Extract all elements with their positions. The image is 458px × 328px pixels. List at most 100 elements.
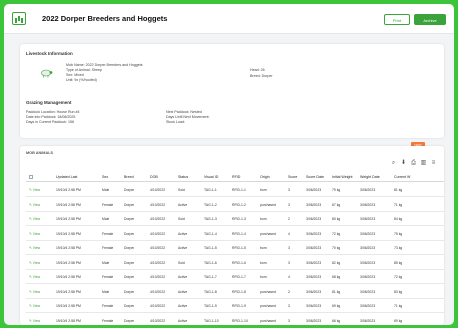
cell-cur-w: 84 kg: [394, 217, 403, 221]
column-header[interactable]: RFID: [232, 175, 240, 179]
livestock-info-card: Livestock Information Mob Name: 2022 Dor…: [20, 44, 444, 138]
cell-status: Active: [178, 304, 188, 308]
cell-breed: Dorper: [124, 318, 135, 323]
cell-init-w: 80 kg: [332, 217, 341, 221]
table-row[interactable]: ✎ View 19/10/4 2:58 PM Female Dorper 4/10/20…: [26, 270, 444, 284]
cell-dob: 4/10/2022: [150, 231, 166, 236]
column-header[interactable]: Sex: [102, 175, 108, 179]
animal-type: Type of Animal: Sheep: [66, 68, 102, 72]
cell-updated: 19/10/4 2:58 PM: [56, 231, 81, 236]
table-row[interactable]: ✎ View 19/10/4 2:58 PM Female Dorper 4/10/20…: [26, 314, 444, 326]
column-header[interactable]: Current W: [394, 175, 410, 179]
cell-dob: 4/10/2022: [150, 289, 166, 294]
table-row[interactable]: ✎ View 19/10/4 2:58 PM Male Dorper 4/10/2022…: [26, 183, 444, 197]
column-header[interactable]: DOB: [150, 175, 158, 179]
cell-cur-w: 75 kg: [394, 231, 403, 236]
view-link[interactable]: ✎ View: [29, 188, 40, 192]
table-row[interactable]: ✎ View 19/10/4 2:58 PM Male Dorper 4/10/2022…: [26, 285, 444, 299]
date-into-paddock: Date into Paddock: 18/08/2025: [26, 115, 76, 119]
cell-breed: Dorper: [124, 304, 135, 308]
table-row[interactable]: ✎ View 19/10/4 2:58 PM Female Dorper 4/10/20…: [26, 299, 444, 313]
cell-weight-date: 3/06/2023: [360, 289, 376, 294]
cell-status: Active: [178, 289, 188, 294]
filter-icon[interactable]: ≡: [430, 160, 437, 167]
cell-updated: 19/10/4 2:58 PM: [56, 217, 81, 221]
search-icon[interactable]: ⌕: [390, 160, 397, 167]
cell-sex: Male: [102, 217, 110, 221]
cell-weight-date: 3/06/2023: [360, 202, 376, 207]
cell-origin: born: [260, 275, 267, 279]
cell-weight-date: 3/06/2023: [360, 231, 376, 236]
cell-score-date: 3/06/2023: [306, 231, 322, 236]
animal-units: Unit: 9x (%/hoofed): [66, 78, 97, 82]
cell-weight-date: 3/06/2023: [360, 304, 376, 308]
view-link[interactable]: ✎ View: [29, 261, 40, 265]
table-row[interactable]: ✎ View 19/10/4 2:58 PM Female Dorper 4/10/20…: [26, 241, 444, 255]
cell-weight-date: 3/06/2023: [360, 217, 376, 221]
table-row[interactable]: ✎ View 19/10/4 2:58 PM Female Dorper 4/10/20…: [26, 198, 444, 212]
column-header[interactable]: Origin: [260, 175, 270, 179]
cell-sex: Female: [102, 318, 114, 323]
print-button[interactable]: Print: [384, 14, 410, 25]
cell-rfid: RFID-1-2: [232, 202, 246, 207]
cell-visual: TAG-1-4: [204, 231, 217, 236]
table-row[interactable]: ✎ View 19/10/4 2:58 PM Male Dorper 4/10/2022…: [26, 256, 444, 270]
cell-init-w: 67 kg: [332, 202, 341, 207]
cell-score: 3: [288, 202, 290, 207]
table-row[interactable]: ✎ View 19/10/4 2:58 PM Female Dorper 4/10/20…: [26, 227, 444, 241]
view-link[interactable]: ✎ View: [29, 246, 40, 250]
cell-cur-w: 83 kg: [394, 289, 403, 294]
column-header[interactable]: Updated Last: [56, 175, 77, 179]
view-link[interactable]: ✎ View: [29, 203, 40, 207]
cell-score-date: 3/06/2023: [306, 289, 322, 294]
cell-updated: 19/10/4 2:58 PM: [56, 289, 81, 294]
cell-updated: 19/10/4 2:58 PM: [56, 304, 81, 308]
cell-weight-date: 3/06/2023: [360, 318, 376, 323]
cell-status: Active: [178, 231, 188, 236]
column-header[interactable]: Score Date: [306, 175, 324, 179]
print-icon[interactable]: ⎙: [410, 160, 417, 167]
cell-score: 2: [288, 289, 290, 294]
livestock-info-title: Livestock Information: [26, 51, 73, 56]
cell-init-w: 70 kg: [332, 246, 341, 250]
select-all-checkbox[interactable]: [29, 175, 33, 179]
cell-init-w: 79 kg: [332, 188, 341, 192]
view-link[interactable]: ✎ View: [29, 217, 40, 221]
cell-weight-date: 3/06/2023: [360, 188, 376, 192]
column-header[interactable]: Breed: [124, 175, 134, 179]
cell-updated: 19/10/4 2:58 PM: [56, 202, 81, 207]
column-header[interactable]: Initial Weight: [332, 175, 353, 179]
view-link[interactable]: ✎ View: [29, 232, 40, 236]
columns-icon[interactable]: ▥: [420, 160, 427, 167]
top-bar: 2022 Dorper Breeders and Hoggets Print A…: [4, 4, 454, 34]
column-header[interactable]: Weight Date: [360, 175, 380, 179]
cell-breed: Dorper: [124, 260, 135, 265]
view-link[interactable]: ✎ View: [29, 319, 40, 323]
cell-weight-date: 3/06/2023: [360, 260, 376, 265]
column-header[interactable]: Status: [178, 175, 188, 179]
cell-updated: 19/10/4 2:58 PM: [56, 246, 81, 250]
farm-logo-icon[interactable]: [12, 12, 26, 25]
cell-rfid: RFID-1-9: [232, 304, 246, 308]
archive-button[interactable]: Archive: [414, 14, 446, 25]
head-count: Head: 26: [250, 68, 265, 72]
paddock-location: Paddock Location: House Run #4: [26, 110, 80, 114]
cell-score: 4: [288, 275, 290, 279]
cell-cur-w: 72 kg: [394, 275, 403, 279]
mob-name: Mob Name: 2022 Dorper Breeders and Hogge…: [66, 63, 143, 67]
cell-score-date: 3/06/2023: [306, 304, 322, 308]
view-link[interactable]: ✎ View: [29, 290, 40, 294]
download-icon[interactable]: ⬇: [400, 160, 407, 167]
view-link[interactable]: ✎ View: [29, 275, 40, 279]
cell-sex: Female: [102, 231, 114, 236]
app-window: 2022 Dorper Breeders and Hoggets Print A…: [4, 4, 454, 325]
column-header[interactable]: Score: [288, 175, 297, 179]
view-link[interactable]: ✎ View: [29, 304, 40, 308]
days-in-paddock: Days in Current Paddock: 156: [26, 120, 74, 124]
cell-rfid: RFID-1-4: [232, 231, 246, 236]
column-header[interactable]: Visual ID: [204, 175, 218, 179]
cell-rfid: RFID-1-8: [232, 289, 246, 294]
table-row[interactable]: ✎ View 19/10/4 2:58 PM Male Dorper 4/10/2022…: [26, 212, 444, 226]
cell-score: 3: [288, 188, 290, 192]
cell-status: Active: [178, 246, 188, 250]
